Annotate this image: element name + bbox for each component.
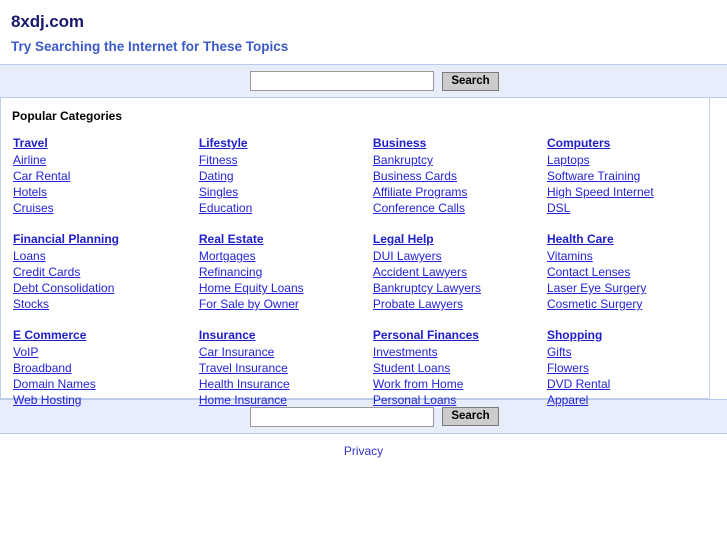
category-title-shopping[interactable]: Shopping (547, 327, 709, 343)
category-link[interactable]: Vitamins (547, 248, 593, 264)
category-link[interactable]: Loans (13, 248, 46, 264)
category-column-legal-help: Legal Help DUI Lawyers Accident Lawyers … (361, 231, 535, 312)
category-link[interactable]: Gifts (547, 344, 572, 360)
category-link[interactable]: Probate Lawyers (373, 296, 463, 312)
category-link[interactable]: Credit Cards (13, 264, 80, 280)
category-title-business[interactable]: Business (373, 135, 535, 151)
search-button[interactable]: Search (442, 71, 499, 91)
category-link[interactable]: Investments (373, 344, 438, 360)
category-link[interactable]: Health Insurance (199, 376, 290, 392)
category-link[interactable]: Accident Lawyers (373, 264, 467, 280)
category-link[interactable]: Home Equity Loans (199, 280, 304, 296)
category-row: Financial Planning Loans Credit Cards De… (1, 231, 709, 312)
category-link[interactable]: Car Insurance (199, 344, 274, 360)
page-tagline: Try Searching the Internet for These Top… (11, 39, 289, 54)
bottom-search-group: Search (250, 406, 499, 427)
category-title-insurance[interactable]: Insurance (199, 327, 361, 343)
category-link[interactable]: Travel Insurance (199, 360, 288, 376)
category-column-business: Business Bankruptcy Business Cards Affil… (361, 135, 535, 216)
category-column-real-estate: Real Estate Mortgages Refinancing Home E… (187, 231, 361, 312)
category-link[interactable]: Software Training (547, 168, 640, 184)
popular-categories-heading: Popular Categories (12, 109, 123, 123)
category-grid: Travel Airline Car Rental Hotels Cruises… (1, 135, 709, 408)
category-link[interactable]: DVD Rental (547, 376, 610, 392)
category-link[interactable]: Laptops (547, 152, 590, 168)
category-link[interactable]: Laser Eye Surgery (547, 280, 646, 296)
category-column-personal-finances: Personal Finances Investments Student Lo… (361, 327, 535, 408)
category-title-real-estate[interactable]: Real Estate (199, 231, 361, 247)
category-link[interactable]: Fitness (199, 152, 238, 168)
search-button-bottom[interactable]: Search (442, 407, 499, 426)
category-link[interactable]: Bankruptcy Lawyers (373, 280, 481, 296)
category-title-financial-planning[interactable]: Financial Planning (13, 231, 187, 247)
category-link[interactable]: Dating (199, 168, 234, 184)
category-link[interactable]: Debt Consolidation (13, 280, 114, 296)
category-link[interactable]: For Sale by Owner (199, 296, 299, 312)
category-link[interactable]: Affiliate Programs (373, 184, 467, 200)
category-column-travel: Travel Airline Car Rental Hotels Cruises (1, 135, 187, 216)
category-title-health-care[interactable]: Health Care (547, 231, 709, 247)
page-footer: Privacy (0, 434, 727, 458)
category-link[interactable]: Car Rental (13, 168, 70, 184)
category-link[interactable]: Hotels (13, 184, 47, 200)
category-column-e-commerce: E Commerce VoIP Broadband Domain Names W… (1, 327, 187, 408)
categories-panel: Popular Categories Travel Airline Car Re… (0, 98, 710, 407)
category-link[interactable]: Mortgages (199, 248, 256, 264)
category-link[interactable]: Business Cards (373, 168, 457, 184)
category-link[interactable]: Domain Names (13, 376, 96, 392)
category-link[interactable]: High Speed Internet (547, 184, 654, 200)
category-column-lifestyle: Lifestyle Fitness Dating Singles Educati… (187, 135, 361, 216)
category-title-travel[interactable]: Travel (13, 135, 187, 151)
privacy-link[interactable]: Privacy (344, 444, 383, 458)
category-title-legal-help[interactable]: Legal Help (373, 231, 535, 247)
category-link[interactable]: Stocks (13, 296, 49, 312)
category-column-health-care: Health Care Vitamins Contact Lenses Lase… (535, 231, 709, 312)
category-link[interactable]: Apparel (547, 392, 588, 408)
category-link[interactable]: Cruises (13, 200, 54, 216)
top-search-group: Search (250, 71, 499, 91)
category-title-lifestyle[interactable]: Lifestyle (199, 135, 361, 151)
category-link[interactable]: Conference Calls (373, 200, 465, 216)
page-root: 8xdj.com Try Searching the Internet for … (0, 0, 727, 545)
category-link[interactable]: Broadband (13, 360, 72, 376)
category-link[interactable]: Airline (13, 152, 46, 168)
category-column-insurance: Insurance Car Insurance Travel Insurance… (187, 327, 361, 408)
category-link[interactable]: Student Loans (373, 360, 450, 376)
category-link[interactable]: Flowers (547, 360, 589, 376)
category-link[interactable]: Education (199, 200, 252, 216)
category-link[interactable]: VoIP (13, 344, 38, 360)
category-title-e-commerce[interactable]: E Commerce (13, 327, 187, 343)
category-link[interactable]: Cosmetic Surgery (547, 296, 642, 312)
category-link[interactable]: Bankruptcy (373, 152, 433, 168)
category-row: Travel Airline Car Rental Hotels Cruises… (1, 135, 709, 216)
category-column-computers: Computers Laptops Software Training High… (535, 135, 709, 216)
category-link[interactable]: Web Hosting (13, 392, 81, 408)
category-column-financial-planning: Financial Planning Loans Credit Cards De… (1, 231, 187, 312)
category-link[interactable]: Contact Lenses (547, 264, 630, 280)
category-link[interactable]: Singles (199, 184, 238, 200)
category-title-personal-finances[interactable]: Personal Finances (373, 327, 535, 343)
category-link[interactable]: DSL (547, 200, 570, 216)
category-row: E Commerce VoIP Broadband Domain Names W… (1, 327, 709, 408)
category-link[interactable]: Refinancing (199, 264, 262, 280)
category-column-shopping: Shopping Gifts Flowers DVD Rental Appare… (535, 327, 709, 408)
search-input[interactable] (250, 71, 435, 91)
page-header: 8xdj.com Try Searching the Internet for … (0, 0, 727, 55)
category-title-computers[interactable]: Computers (547, 135, 709, 151)
top-search-bar: Search (0, 64, 727, 98)
category-link[interactable]: Work from Home (373, 376, 463, 392)
site-title: 8xdj.com (11, 12, 84, 31)
category-link[interactable]: DUI Lawyers (373, 248, 442, 264)
search-input-bottom[interactable] (250, 406, 435, 427)
